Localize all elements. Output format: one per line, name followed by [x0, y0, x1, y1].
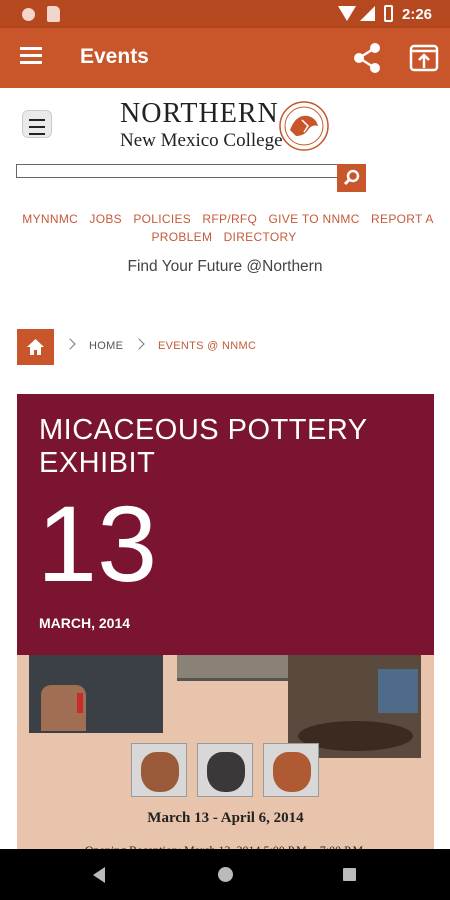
- pot-photo: [197, 743, 253, 797]
- chevron-right-icon: [64, 338, 76, 350]
- search-input[interactable]: [16, 164, 338, 178]
- search-button[interactable]: [337, 164, 366, 192]
- chevron-right-icon: [133, 338, 145, 350]
- link-rfp-rfq[interactable]: RFP/RFQ: [202, 212, 257, 226]
- home-icon: [27, 339, 44, 355]
- open-in-browser-icon[interactable]: [409, 44, 439, 72]
- top-links: MYNNMC JOBS POLICIES RFP/RFQ GIVE TO NNM…: [14, 210, 438, 246]
- poster-dates: March 13 - April 6, 2014: [147, 810, 304, 826]
- status-time: 2:26: [402, 6, 433, 23]
- cell-signal-icon: [360, 6, 375, 21]
- logo-line2: New Mexico College: [120, 130, 283, 151]
- status-bar: 2:26: [0, 0, 450, 28]
- recent-apps-icon[interactable]: [343, 868, 356, 881]
- pot-photo: [263, 743, 319, 797]
- home-icon[interactable]: [218, 867, 233, 882]
- site-search: [16, 164, 366, 192]
- site-header: NORTHERN New Mexico College MYNNMC JOBS …: [0, 88, 450, 300]
- breadcrumb: HOME EVENTS @ NNMC: [0, 300, 450, 390]
- wifi-icon: [338, 6, 356, 21]
- pot-photo: [131, 743, 187, 797]
- college-logo[interactable]: NORTHERN New Mexico College: [120, 100, 283, 152]
- menu-icon[interactable]: [20, 47, 42, 65]
- sd-card-icon: [47, 6, 60, 22]
- notification-dot-icon: [22, 8, 35, 21]
- breadcrumb-events[interactable]: EVENTS @ NNMC: [158, 340, 256, 352]
- system-nav-bar: [0, 849, 450, 900]
- back-icon[interactable]: [93, 867, 105, 883]
- event-poster-image: March 13 - April 6, 2014 Opening Recepti…: [17, 655, 434, 855]
- search-icon: [343, 169, 360, 186]
- link-mynnmc[interactable]: MYNNMC: [22, 212, 78, 226]
- link-directory[interactable]: DIRECTORY: [224, 230, 297, 244]
- event-month-year: MARCH, 2014: [39, 615, 131, 631]
- college-seal-icon: [279, 101, 329, 151]
- app-bar: Events: [0, 28, 450, 88]
- breadcrumb-home[interactable]: HOME: [89, 340, 123, 352]
- event-day: 13: [37, 483, 158, 604]
- event-title: MICACEOUS POTTERY EXHIBIT: [39, 414, 368, 479]
- site-menu-button[interactable]: [22, 110, 52, 138]
- pottery-strip-photo: [177, 655, 293, 681]
- event-card[interactable]: MICACEOUS POTTERY EXHIBIT 13 MARCH, 2014: [17, 394, 434, 655]
- potter-photo: [29, 655, 163, 733]
- breadcrumb-home-button[interactable]: [17, 329, 54, 365]
- app-bar-title: Events: [80, 45, 149, 68]
- site-tagline: Find Your Future @Northern: [127, 258, 323, 275]
- share-icon[interactable]: [352, 42, 382, 74]
- link-policies[interactable]: POLICIES: [133, 212, 191, 226]
- link-give-to-nnmc[interactable]: GIVE TO NNMC: [269, 212, 360, 226]
- logo-line1: NORTHERN: [120, 98, 279, 129]
- battery-icon: [384, 5, 393, 22]
- link-jobs[interactable]: JOBS: [89, 212, 122, 226]
